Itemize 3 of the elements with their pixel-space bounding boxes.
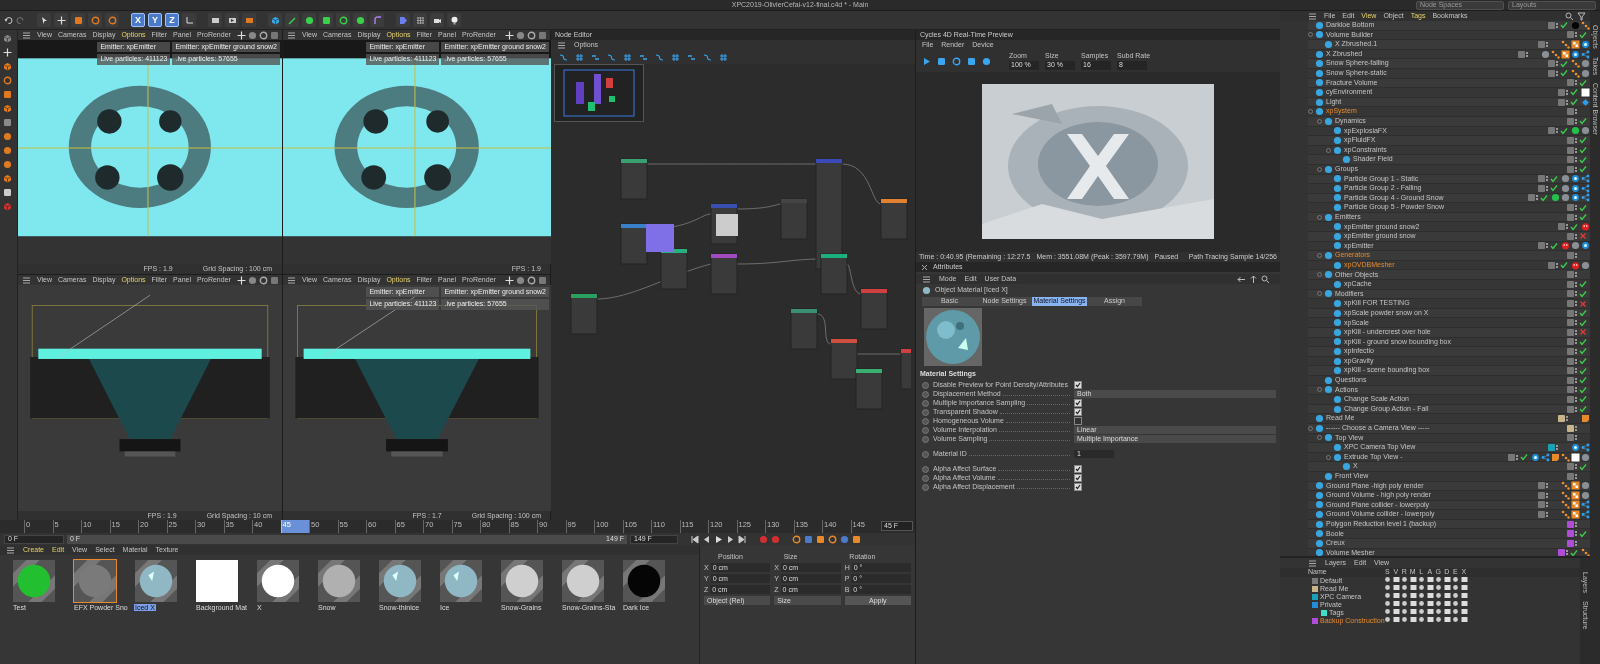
- axis-button[interactable]: X: [131, 13, 145, 27]
- axis-button[interactable]: Y: [148, 13, 162, 27]
- axis-button[interactable]: Z: [165, 13, 179, 27]
